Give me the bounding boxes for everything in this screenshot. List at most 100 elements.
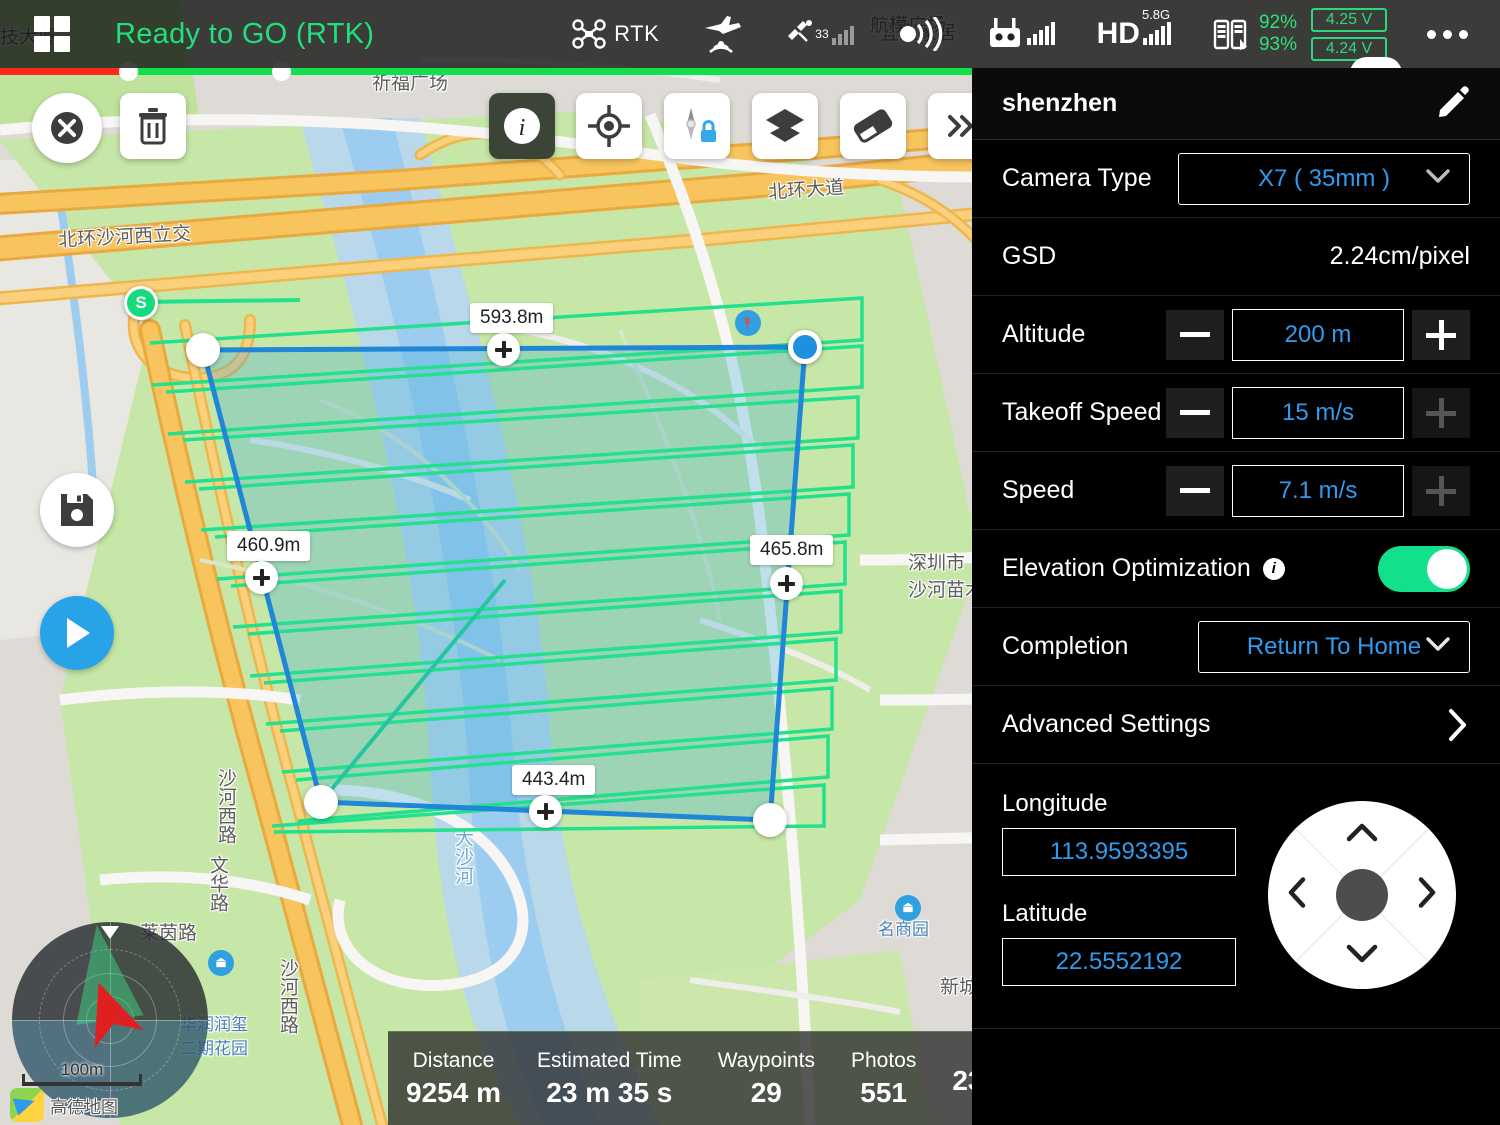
hd-video-indicator: HD 5.8G — [1097, 17, 1171, 51]
rtk-label: RTK — [614, 21, 659, 47]
polygon-vertex-top-right-selected[interactable] — [788, 330, 822, 364]
altitude-increment-button[interactable] — [1412, 310, 1470, 360]
stat-value: 551 — [860, 1077, 907, 1109]
completion-value: Return To Home — [1247, 633, 1421, 661]
eraser-button[interactable] — [840, 93, 906, 159]
dpad-right-icon[interactable] — [1416, 876, 1438, 915]
info-icon[interactable]: i — [1263, 558, 1285, 580]
amap-logo-text: 高德地图 — [50, 1093, 118, 1118]
speed-value: 7.1 m/s — [1279, 477, 1358, 505]
mission-stats-bar: Distance9254 mEstimated Time23 m 35 sWay… — [388, 1031, 1068, 1125]
camera-type-label: Camera Type — [1002, 164, 1152, 193]
latitude-value: 22.5552192 — [1056, 948, 1183, 976]
speed-label: Speed — [1002, 476, 1074, 505]
flight-status-text: Ready to GO (RTK) — [115, 18, 374, 51]
row-elevation-optimization[interactable]: Elevation Optimization i — [972, 530, 1500, 608]
row-gsd: GSD 2.24cm/pixel — [972, 218, 1500, 296]
dpad-up-icon[interactable] — [1345, 821, 1379, 848]
takeoff-speed-decrement-button[interactable] — [1166, 388, 1224, 438]
rc-signal-indicator — [896, 17, 944, 51]
controller-icon — [986, 18, 1024, 50]
camera-type-value: X7 ( 35mm ) — [1258, 165, 1390, 193]
map-layers-button[interactable] — [752, 93, 818, 159]
takeoff-speed-input[interactable]: 15 m/s — [1232, 387, 1404, 439]
row-speed[interactable]: Speed 7.1 m/s — [972, 452, 1500, 530]
dpad-left-icon[interactable] — [1286, 876, 1308, 915]
compass-lock-icon — [675, 104, 719, 148]
edit-mission-name-button[interactable] — [1436, 84, 1470, 123]
segment-distance-label: 465.8m — [750, 535, 833, 565]
stat-label: Estimated Time — [537, 1049, 682, 1073]
longitude-input[interactable]: 113.9593395 — [1002, 828, 1236, 876]
add-waypoint-right[interactable] — [770, 567, 803, 600]
completion-dropdown[interactable]: Return To Home — [1198, 621, 1470, 673]
add-waypoint-left[interactable] — [245, 561, 278, 594]
polygon-vertex-bottom-left[interactable] — [304, 785, 338, 819]
elevation-optimization-label: Elevation Optimization — [1002, 554, 1251, 583]
compass-lock-button[interactable] — [664, 93, 730, 159]
advanced-settings-label: Advanced Settings — [1002, 710, 1210, 739]
hd-band-label: 5.8G — [1142, 7, 1170, 22]
battery-1-voltage: 4.25 V — [1311, 8, 1387, 32]
save-icon — [58, 491, 96, 529]
add-waypoint-top[interactable] — [487, 333, 520, 366]
save-mission-button[interactable] — [40, 473, 114, 547]
stat-item: Photos551 — [833, 1032, 934, 1125]
mission-settings-panel[interactable]: shenzhen Camera Type X7 ( 35mm ) — [972, 68, 1500, 1125]
row-completion[interactable]: Completion Return To Home — [972, 608, 1500, 686]
mission-info-button[interactable]: i — [489, 93, 555, 159]
speed-input[interactable]: 7.1 m/s — [1232, 465, 1404, 517]
altitude-decrement-button[interactable] — [1166, 310, 1224, 360]
add-waypoint-bottom[interactable] — [529, 795, 562, 828]
grid-menu-icon[interactable] — [34, 16, 70, 52]
rtk-indicator[interactable]: RTK — [572, 19, 659, 49]
camera-type-dropdown[interactable]: X7 ( 35mm ) — [1178, 153, 1470, 205]
satellite-indicator: 33 — [785, 19, 853, 49]
takeoff-speed-value: 15 m/s — [1282, 399, 1354, 427]
more-options-icon[interactable] — [1427, 30, 1468, 39]
progress-red-segment — [0, 68, 128, 75]
svg-text:i: i — [519, 115, 526, 141]
elevation-optimization-toggle[interactable] — [1378, 546, 1470, 592]
stat-item: Waypoints29 — [700, 1032, 833, 1125]
target-icon — [588, 105, 630, 147]
battery-icon — [1213, 17, 1251, 51]
row-takeoff-speed[interactable]: Takeoff Speed 15 m/s — [972, 374, 1500, 452]
controller-indicator — [986, 18, 1055, 50]
battery-2-percent: 93% — [1259, 35, 1297, 55]
segment-distance-label: 593.8m — [470, 303, 553, 333]
panel-header: shenzhen — [972, 68, 1500, 140]
speed-decrement-button[interactable] — [1166, 466, 1224, 516]
eraser-icon — [852, 108, 894, 144]
dpad-down-icon[interactable] — [1345, 942, 1379, 969]
battery-1-percent: 92% — [1259, 13, 1297, 33]
close-icon — [47, 108, 87, 148]
polygon-vertex-top-left[interactable] — [186, 333, 220, 367]
close-mission-button[interactable] — [32, 93, 102, 163]
position-dpad[interactable] — [1268, 801, 1456, 989]
chevron-down-icon — [1425, 168, 1451, 189]
hd-bars-icon — [1143, 23, 1171, 45]
latitude-input[interactable]: 22.5552192 — [1002, 938, 1236, 986]
coordinates-section[interactable]: Longitude 113.9593395 Latitude 22.555219… — [972, 764, 1500, 1029]
dpad-center-button[interactable] — [1336, 869, 1388, 921]
stat-label: Distance — [413, 1049, 495, 1073]
start-marker[interactable] — [124, 286, 158, 320]
delete-mission-button[interactable] — [120, 93, 186, 159]
segment-distance-label: 443.4m — [512, 765, 595, 795]
battery-indicator[interactable]: 92% 93% 4.25 V 4.24 V — [1213, 8, 1387, 61]
altitude-input[interactable]: 200 m — [1232, 309, 1404, 361]
locate-button[interactable] — [576, 93, 642, 159]
chevron-down-icon — [1425, 636, 1451, 657]
chevron-right-icon — [1446, 707, 1470, 743]
top-status-bar: Ready to GO (RTK) RTK — [0, 0, 1500, 68]
start-mission-button[interactable] — [40, 596, 114, 670]
polygon-vertex-bottom-right[interactable] — [753, 803, 787, 837]
row-altitude[interactable]: Altitude 200 m — [972, 296, 1500, 374]
gsd-value: 2.24cm/pixel — [1330, 242, 1470, 271]
takeoff-speed-increment-button — [1412, 388, 1470, 438]
row-camera-type[interactable]: Camera Type X7 ( 35mm ) — [972, 140, 1500, 218]
row-advanced-settings[interactable]: Advanced Settings — [972, 686, 1500, 764]
stat-item: Estimated Time23 m 35 s — [519, 1032, 700, 1125]
longitude-value: 113.9593395 — [1050, 838, 1188, 866]
